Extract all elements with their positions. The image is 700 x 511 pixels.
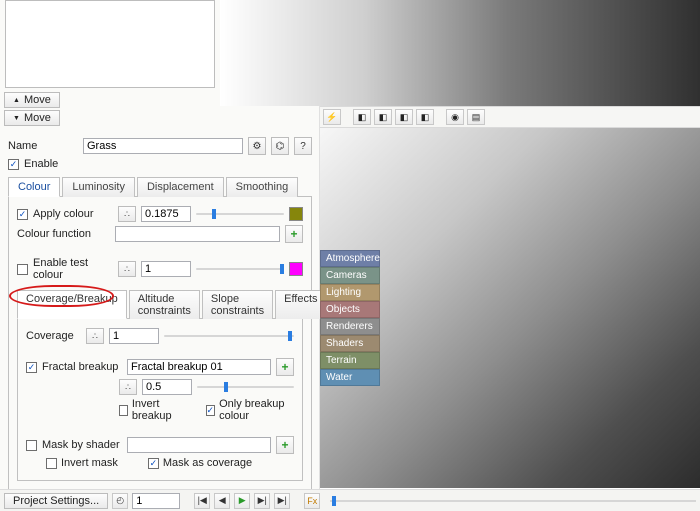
move-down-button[interactable]: ▼ Move [4, 110, 60, 126]
tree-icon[interactable]: ⌬ [271, 137, 289, 155]
enable-label: Enable [24, 158, 58, 170]
subtab-slope[interactable]: Slope constraints [202, 290, 273, 319]
render-toolbar: ⚡ ◧ ◧ ◧ ◧ ◉ ▤ [320, 106, 700, 128]
gear-icon[interactable]: ⚙ [248, 137, 266, 155]
tab-colour[interactable]: Colour [8, 177, 60, 197]
render-icon-2[interactable]: ◧ [374, 109, 392, 125]
bolt-icon[interactable]: ⚡ [323, 109, 341, 125]
bottom-bar: Project Settings... ◴ |◀ ◀ ▶ ▶| ▶| Fx [0, 489, 700, 511]
sidetab-shaders[interactable]: Shaders [320, 335, 380, 352]
step-back-button[interactable]: ◀ [214, 493, 230, 509]
move-up-label: Move [24, 94, 51, 106]
move-up-button[interactable]: ▲ Move [4, 92, 60, 108]
test-colour-value[interactable] [141, 261, 191, 277]
fractal-breakup-shader[interactable] [127, 359, 271, 375]
invert-mask-label: Invert mask [61, 457, 118, 469]
preview-box [5, 0, 215, 88]
fractal-breakup-checkbox[interactable]: ✓ [26, 362, 37, 373]
sidetab-renderers[interactable]: Renderers [320, 318, 380, 335]
coverage-slider[interactable] [164, 329, 294, 343]
render-icon-5[interactable]: ◉ [446, 109, 464, 125]
triangle-up-icon: ▲ [13, 97, 20, 104]
enable-test-colour-label: Enable test colour [33, 257, 113, 281]
render-icon-4[interactable]: ◧ [416, 109, 434, 125]
add-fractal-breakup-button[interactable]: + [276, 358, 294, 376]
picker-icon[interactable]: ∴ [118, 206, 136, 222]
coverage-label: Coverage [26, 330, 81, 342]
picker-icon-3[interactable]: ∴ [86, 328, 104, 344]
apply-colour-label: Apply colour [33, 208, 113, 220]
tab-displacement[interactable]: Displacement [137, 177, 224, 197]
colour-panel: ✓ Apply colour ∴ Colour function + Enabl… [8, 197, 312, 490]
render-icon-6[interactable]: ▤ [467, 109, 485, 125]
picker-icon-2[interactable]: ∴ [118, 261, 136, 277]
category-tabs: Atmosphere Cameras Lighting Objects Rend… [320, 250, 380, 386]
skip-last-button[interactable]: ▶| [274, 493, 290, 509]
fractal-breakup-slider[interactable] [197, 380, 294, 394]
coverage-value[interactable] [109, 328, 159, 344]
render-icon-1[interactable]: ◧ [353, 109, 371, 125]
tab-luminosity[interactable]: Luminosity [62, 177, 135, 197]
apply-colour-swatch[interactable] [289, 207, 303, 221]
mask-as-coverage-checkbox[interactable]: ✓ [148, 458, 159, 469]
name-label: Name [8, 140, 78, 152]
coverage-panel: Coverage ∴ ✓ Fractal breakup + ∴ [17, 319, 303, 481]
main-tabs: Colour Luminosity Displacement Smoothing [8, 176, 312, 197]
tab-smoothing[interactable]: Smoothing [226, 177, 299, 197]
enable-test-colour-checkbox[interactable] [17, 264, 28, 275]
subtab-coverage-breakup[interactable]: Coverage/Breakup [17, 290, 127, 319]
sidetab-objects[interactable]: Objects [320, 301, 380, 318]
fractal-breakup-value[interactable] [142, 379, 192, 395]
subtab-altitude[interactable]: Altitude constraints [129, 290, 200, 319]
clock-icon[interactable]: ◴ [112, 493, 128, 509]
fx-icon[interactable]: Fx [304, 493, 320, 509]
project-settings-button[interactable]: Project Settings... [4, 493, 108, 509]
project-settings-label: Project Settings... [13, 495, 99, 507]
colour-function-field[interactable] [115, 226, 280, 242]
invert-breakup-checkbox[interactable] [119, 405, 128, 416]
frame-field[interactable] [132, 493, 180, 509]
skip-first-button[interactable]: |◀ [194, 493, 210, 509]
step-forward-button[interactable]: ▶| [254, 493, 270, 509]
apply-colour-checkbox[interactable]: ✓ [17, 209, 28, 220]
play-button[interactable]: ▶ [234, 493, 250, 509]
apply-colour-value[interactable] [141, 206, 191, 222]
test-colour-slider[interactable] [196, 262, 284, 276]
render-icon-3[interactable]: ◧ [395, 109, 413, 125]
timeline-slider[interactable] [330, 494, 696, 508]
sub-tabs: Coverage/Breakup Altitude constraints Sl… [17, 289, 303, 319]
sidetab-terrain[interactable]: Terrain [320, 352, 380, 369]
move-down-label: Move [24, 112, 51, 124]
help-icon[interactable]: ? [294, 137, 312, 155]
fractal-breakup-label: Fractal breakup [42, 361, 122, 373]
sidetab-atmosphere[interactable]: Atmosphere [320, 250, 380, 267]
name-field[interactable] [83, 138, 243, 154]
only-breakup-colour-checkbox[interactable]: ✓ [206, 405, 216, 416]
mask-as-coverage-label: Mask as coverage [163, 457, 252, 469]
add-colour-function-button[interactable]: + [285, 225, 303, 243]
sidetab-lighting[interactable]: Lighting [320, 284, 380, 301]
invert-breakup-label: Invert breakup [132, 398, 186, 422]
add-mask-shader-button[interactable]: + [276, 436, 294, 454]
enable-checkbox[interactable]: ✓ [8, 159, 19, 170]
apply-colour-slider[interactable] [196, 207, 284, 221]
render-preview-top [220, 0, 700, 106]
mask-shader-field[interactable] [127, 437, 271, 453]
colour-function-label: Colour function [17, 228, 110, 240]
subtab-effects[interactable]: Effects [275, 290, 326, 319]
mask-by-shader-label: Mask by shader [42, 439, 122, 451]
mask-by-shader-checkbox[interactable] [26, 440, 37, 451]
picker-icon-4[interactable]: ∴ [119, 379, 137, 395]
triangle-down-icon: ▼ [13, 115, 20, 122]
only-breakup-colour-label: Only breakup colour [219, 398, 294, 422]
invert-mask-checkbox[interactable] [46, 458, 57, 469]
sidetab-cameras[interactable]: Cameras [320, 267, 380, 284]
sidetab-water[interactable]: Water [320, 369, 380, 386]
test-colour-swatch[interactable] [289, 262, 303, 276]
